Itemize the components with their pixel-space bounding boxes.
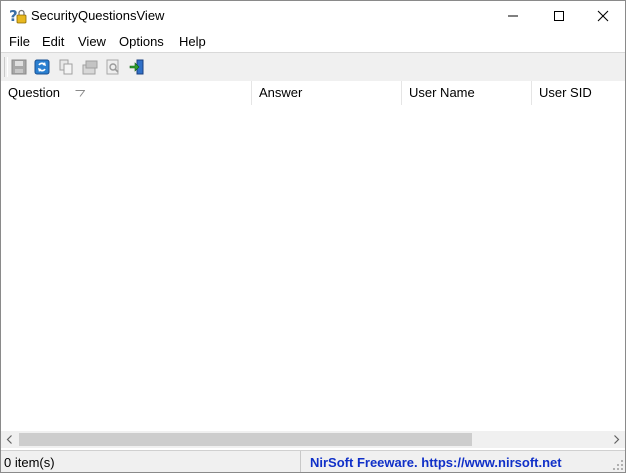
minimize-icon: [508, 15, 518, 17]
refresh-icon: [34, 59, 50, 75]
question-lock-icon: ?: [9, 7, 27, 25]
minimize-button[interactable]: [490, 1, 536, 31]
refresh-button[interactable]: [32, 57, 52, 77]
toolbar: [1, 52, 625, 82]
status-panel-count: 0 item(s): [1, 451, 301, 472]
column-header-question[interactable]: Question: [1, 81, 252, 105]
column-header-label: Question: [8, 85, 61, 100]
menu-view[interactable]: View: [77, 33, 107, 50]
resize-grip-icon[interactable]: [612, 459, 624, 471]
exit-button[interactable]: [127, 57, 147, 77]
save-button[interactable]: [9, 57, 29, 77]
menu-help[interactable]: Help: [178, 33, 207, 50]
chevron-left-icon: [6, 435, 12, 444]
exit-icon: [129, 59, 144, 75]
item-count: 0 item(s): [4, 455, 55, 470]
column-header-user-name[interactable]: User Name: [402, 81, 532, 105]
svg-text:?: ?: [9, 7, 18, 25]
copy-icon: [59, 59, 73, 75]
menu-bar: File Edit View Options Help: [1, 31, 625, 51]
save-icon: [11, 59, 27, 75]
properties-icon: [82, 60, 98, 75]
column-header-label: User Name: [409, 85, 475, 100]
menu-file[interactable]: File: [8, 33, 31, 50]
chevron-right-icon: [614, 435, 620, 444]
maximize-icon: [554, 11, 564, 21]
scroll-left-button[interactable]: [1, 431, 18, 448]
window-title: SecurityQuestionsView: [31, 8, 165, 23]
app-window: ? SecurityQuestionsView File Edit View O…: [0, 0, 626, 473]
column-header-label: User SID: [539, 85, 592, 100]
copy-button[interactable]: [56, 57, 76, 77]
close-button[interactable]: [580, 1, 625, 31]
properties-button[interactable]: [80, 57, 100, 77]
horizontal-scrollbar[interactable]: [1, 431, 625, 448]
scroll-right-button[interactable]: [608, 431, 625, 448]
menu-options[interactable]: Options: [118, 33, 165, 50]
status-bar: 0 item(s) NirSoft Freeware. https://www.…: [1, 450, 625, 472]
close-icon: [597, 10, 609, 22]
menu-edit[interactable]: Edit: [41, 33, 65, 50]
toolbar-grip[interactable]: [4, 57, 8, 77]
find-button[interactable]: [103, 57, 123, 77]
title-bar[interactable]: ? SecurityQuestionsView: [1, 1, 625, 31]
nirsoft-link[interactable]: NirSoft Freeware. https://www.nirsoft.ne…: [310, 455, 562, 470]
column-header-answer[interactable]: Answer: [252, 81, 402, 105]
sort-ascending-icon: [75, 90, 85, 97]
scroll-thumb[interactable]: [19, 433, 472, 446]
results-list[interactable]: Question Answer User Name User SID: [1, 81, 625, 431]
column-header-user-sid[interactable]: User SID: [532, 81, 625, 105]
find-icon: [106, 59, 119, 75]
maximize-button[interactable]: [536, 1, 582, 31]
column-header-label: Answer: [259, 85, 303, 100]
